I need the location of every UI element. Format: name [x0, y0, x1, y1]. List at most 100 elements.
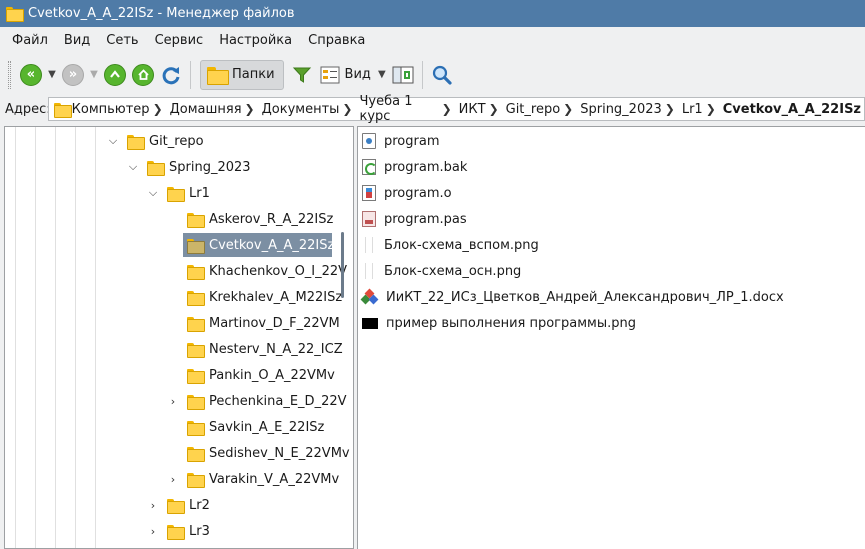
folder-icon: [187, 472, 205, 488]
folder-icon: [167, 186, 185, 202]
tree-item[interactable]: Khachenkov_O_I_22V: [187, 258, 347, 284]
tree-item-label: Sedishev_N_E_22VMv: [209, 445, 350, 461]
split-view-button[interactable]: [389, 60, 417, 90]
breadcrumb-item-current[interactable]: Cvetkov_A_A_22ISz: [723, 102, 861, 117]
tree-item[interactable]: Sedishev_N_E_22VMv: [187, 440, 350, 466]
tree-item-label: Lr3: [189, 523, 210, 539]
folder-icon: [187, 368, 205, 384]
chevron-right-icon[interactable]: ›: [147, 499, 159, 512]
file-list[interactable]: program program.bak program.o program.pa…: [357, 126, 865, 549]
tree-item[interactable]: ⌵ Git_repo: [107, 128, 204, 154]
crumb-label: Git_repo: [505, 101, 561, 117]
tree-item-label: Martinov_D_F_22VM: [209, 315, 340, 331]
file-item[interactable]: program: [362, 128, 440, 154]
tree-item[interactable]: › Pechenkina_E_D_22V: [167, 388, 347, 414]
crumb-label: Чуеба 1 курс: [359, 94, 413, 124]
search-button[interactable]: [428, 60, 456, 90]
menu-help[interactable]: Справка: [300, 33, 373, 48]
folders-label: Папки: [232, 67, 275, 82]
breadcrumb-item-lr1[interactable]: Lr1 ❯: [682, 102, 720, 117]
chevron-right-icon: ❯: [664, 102, 675, 116]
forward-history-dropdown[interactable]: ▼: [87, 60, 101, 90]
filter-button[interactable]: [288, 60, 316, 90]
tree-item-selected[interactable]: Cvetkov_A_A_22ISz: [183, 232, 334, 258]
folders-panel-button[interactable]: Папки: [200, 59, 284, 90]
menu-file[interactable]: Файл: [4, 33, 56, 48]
folder-tree[interactable]: ⌵ Git_repo ⌵ Spring_2023 ⌵ Lr1 Askerov_R…: [4, 126, 354, 549]
chevron-right-icon: ❯: [563, 102, 574, 116]
breadcrumb-item-documents[interactable]: Документы ❯: [262, 102, 357, 117]
chevron-right-icon[interactable]: ›: [167, 395, 179, 408]
crumb-label: Компьютер: [71, 101, 150, 117]
file-item[interactable]: program.pas: [362, 206, 467, 232]
chevron-down-icon[interactable]: ⌵: [127, 160, 139, 174]
tree-item[interactable]: ⌵ Spring_2023: [127, 154, 251, 180]
title-bar: Cvetkov_A_A_22ISz - Менеджер файлов: [0, 0, 865, 27]
split-view-icon: [392, 66, 414, 83]
up-button[interactable]: [101, 60, 129, 90]
file-name: program.bak: [384, 159, 468, 175]
breadcrumb-item-spring[interactable]: Spring_2023 ❯: [580, 102, 679, 117]
tree-item-label: Spring_2023: [169, 159, 251, 175]
chevron-down-icon[interactable]: ⌵: [107, 134, 119, 148]
refresh-button[interactable]: [157, 60, 185, 90]
menu-settings[interactable]: Настройка: [211, 33, 300, 48]
chevron-right-icon[interactable]: ›: [167, 473, 179, 486]
backup-file-icon: [362, 159, 377, 175]
crumb-label: ИКТ: [458, 101, 486, 117]
tree-item[interactable]: Savkin_A_E_22ISz: [187, 414, 324, 440]
tree-item[interactable]: Krekhalev_A_M22ISz: [187, 284, 342, 310]
breadcrumb-item-computer[interactable]: Компьютер ❯: [72, 102, 167, 117]
file-item[interactable]: пример выполнения программы.png: [362, 310, 636, 336]
menu-service[interactable]: Сервис: [147, 33, 212, 48]
toolbar-separator: [421, 60, 423, 89]
menu-view[interactable]: Вид: [56, 33, 98, 48]
tree-item[interactable]: Nesterv_N_A_22_ICZ: [187, 336, 343, 362]
tree-item[interactable]: › Lr3: [147, 518, 210, 544]
folder-icon: [187, 394, 205, 410]
chevron-right-icon[interactable]: ›: [147, 525, 159, 538]
home-button[interactable]: [129, 60, 157, 90]
chevron-right-icon: ❯: [705, 102, 716, 116]
menu-network[interactable]: Сеть: [98, 33, 146, 48]
breadcrumb-item-study[interactable]: Чуеба 1 курс ❯: [359, 94, 455, 124]
breadcrumb-item-ikt[interactable]: ИКТ ❯: [459, 102, 503, 117]
tree-item[interactable]: Pankin_O_A_22VMv: [187, 362, 335, 388]
chevron-right-icon: ❯: [488, 102, 499, 116]
breadcrumb[interactable]: Компьютер ❯ Домашняя ❯ Документы ❯ Чуеба 1 …: [48, 94, 865, 124]
back-history-dropdown[interactable]: ▼: [45, 60, 59, 90]
folder-icon: [187, 446, 205, 462]
breadcrumb-item-git-repo[interactable]: Git_repo ❯: [506, 102, 578, 117]
chevron-down-icon[interactable]: ⌵: [147, 186, 159, 200]
tree-item[interactable]: Martinov_D_F_22VM: [187, 310, 340, 336]
forward-button[interactable]: »: [59, 60, 87, 90]
tree-scrollbar[interactable]: [341, 232, 344, 298]
tree-item[interactable]: › Varakin_V_A_22VMv: [167, 466, 339, 492]
view-mode-dropdown[interactable]: ▼: [375, 60, 389, 90]
folder-icon: [207, 66, 229, 85]
crumb-label: Lr1: [681, 101, 703, 117]
tree-item-label: Krekhalev_A_M22ISz: [209, 289, 343, 305]
file-name: Блок-схема_осн.png: [384, 263, 522, 279]
file-item[interactable]: program.bak: [362, 154, 467, 180]
folder-icon: [187, 290, 205, 306]
filter-icon: [292, 67, 311, 83]
file-item[interactable]: ИиКТ_22_ИСз_Цветков_Андрей_Александрович…: [360, 284, 784, 310]
toolbar: « ▼ » ▼ Папки Вид ▼: [0, 54, 865, 95]
chevron-right-icon: ❯: [152, 102, 163, 116]
toolbar-grip[interactable]: [8, 60, 11, 89]
breadcrumb-item-home[interactable]: Домашняя ❯: [170, 102, 259, 117]
tree-item-label: Pankin_O_A_22VMv: [209, 367, 335, 383]
tree-item[interactable]: › Lr2: [147, 492, 210, 518]
executable-icon: [362, 133, 376, 149]
back-button[interactable]: «: [17, 60, 45, 90]
tree-item[interactable]: ⌵ Lr1: [147, 180, 210, 206]
folder-icon: [167, 498, 185, 514]
file-item[interactable]: Блок-схема_осн.png: [362, 258, 521, 284]
tree-guide-line: [15, 127, 16, 548]
file-item[interactable]: program.o: [362, 180, 452, 206]
view-button[interactable]: Вид: [316, 60, 375, 90]
forward-icon: »: [62, 63, 84, 86]
tree-item[interactable]: Askerov_R_A_22ISz: [187, 206, 333, 232]
file-item[interactable]: Блок-схема_вспом.png: [362, 232, 539, 258]
